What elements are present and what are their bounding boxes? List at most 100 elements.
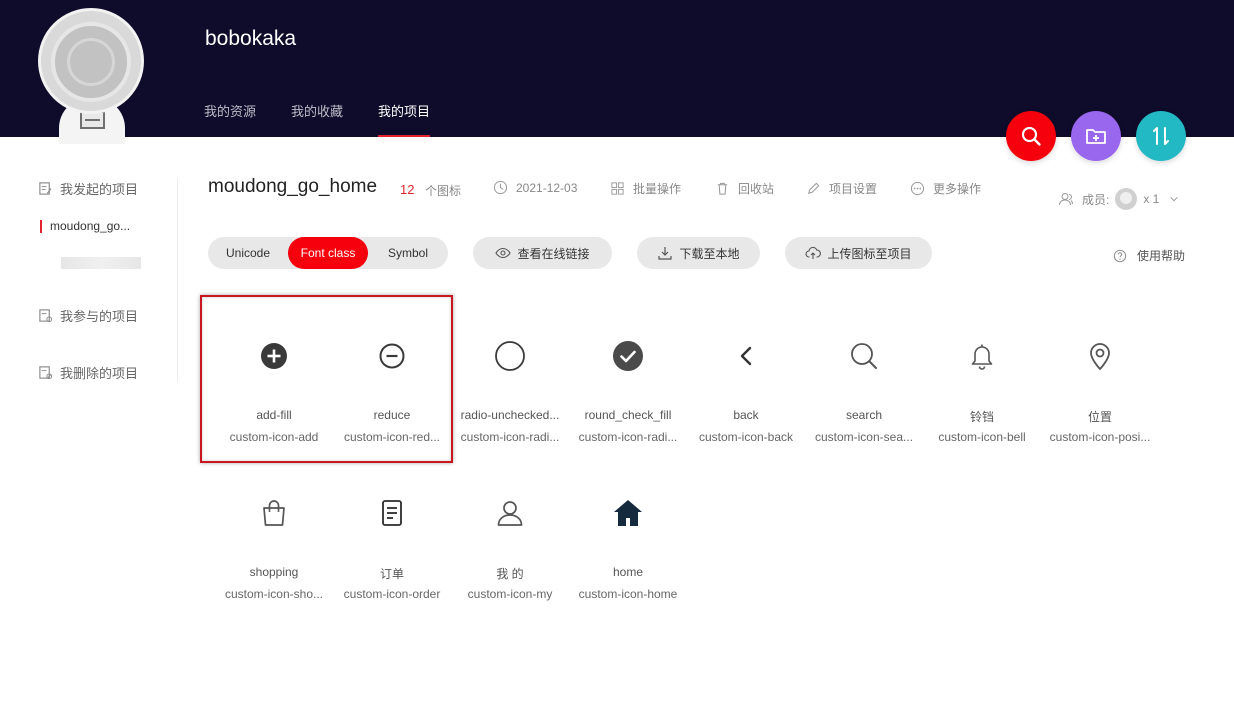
sort-fab-button[interactable] xyxy=(1136,111,1186,161)
search-fab-button[interactable] xyxy=(1006,111,1056,161)
date-text: 2021-12-03 xyxy=(516,180,578,195)
icon-card[interactable]: home custom-icon-home xyxy=(569,459,687,601)
recycle-bin-button[interactable]: 回收站 xyxy=(715,180,774,197)
icon-class: custom-icon-posi... xyxy=(1049,430,1151,444)
icon-card[interactable]: 订单 custom-icon-order xyxy=(333,459,451,601)
help-link[interactable]: 使用帮助 xyxy=(1113,247,1185,264)
view-online-link-button[interactable]: 查看在线链接 xyxy=(473,237,612,269)
batch-operation-button[interactable]: 批量操作 xyxy=(610,180,681,197)
nav-my-projects[interactable]: 我的项目 xyxy=(378,103,431,137)
chevron-down-icon xyxy=(1170,196,1179,202)
check-circle-filled-icon xyxy=(613,341,643,371)
shopping-bag-icon xyxy=(263,500,285,526)
eye-icon xyxy=(495,247,512,259)
members-label: 成员: xyxy=(1082,192,1110,207)
folder-add-icon xyxy=(1086,129,1106,144)
view-link-label: 查看在线链接 xyxy=(517,246,590,261)
sidebar-deleted-projects[interactable]: 我删除的项目 xyxy=(38,362,138,382)
icon-class: custom-icon-red... xyxy=(343,430,441,444)
upload-label: 上传图标至项目 xyxy=(827,246,912,261)
edit-doc-icon xyxy=(39,181,52,195)
sidebar-label: 我发起的项目 xyxy=(60,181,139,197)
download-icon xyxy=(658,247,673,260)
tab-symbol[interactable]: Symbol xyxy=(368,237,448,269)
deleted-doc-icon xyxy=(39,365,53,379)
icon-card[interactable]: round_check_fill custom-icon-radi... xyxy=(569,302,687,444)
member-avatar xyxy=(1115,188,1138,210)
chevron-left-icon xyxy=(740,346,752,366)
icon-class: custom-icon-add xyxy=(229,430,319,444)
project-settings-button[interactable]: 项目设置 xyxy=(806,180,877,197)
icon-class: custom-icon-back xyxy=(698,430,794,444)
icon-card[interactable]: 铃铛 custom-icon-bell xyxy=(923,302,1041,444)
sidebar-my-projects[interactable]: 我发起的项目 xyxy=(38,178,138,198)
user-icon xyxy=(497,501,523,526)
icon-class: custom-icon-radi... xyxy=(578,430,678,444)
more-label: 更多操作 xyxy=(933,182,982,196)
icon-name: home xyxy=(612,565,644,579)
search-icon xyxy=(1021,126,1041,146)
icon-class: custom-icon-radi... xyxy=(460,430,560,444)
location-icon xyxy=(1090,343,1110,370)
icon-card[interactable]: 位置 custom-icon-posi... xyxy=(1041,302,1159,444)
icon-card[interactable]: add-fill custom-icon-add xyxy=(215,302,333,444)
members-dropdown[interactable]: 成员: x 1 xyxy=(1058,188,1179,210)
icon-class: custom-icon-sho... xyxy=(224,587,324,601)
icon-class: custom-icon-order xyxy=(343,587,441,601)
icon-class: custom-icon-bell xyxy=(938,430,1026,444)
code-type-segmented: Unicode Font class Symbol xyxy=(208,237,448,269)
radio-unchecked-icon xyxy=(495,341,525,371)
tab-font-class[interactable]: Font class xyxy=(288,237,368,269)
home-icon xyxy=(614,500,642,526)
icon-class: custom-icon-my xyxy=(467,587,553,601)
icon-card[interactable]: reduce custom-icon-red... xyxy=(333,302,451,444)
clock-icon xyxy=(493,180,508,195)
add-folder-fab-button[interactable] xyxy=(1071,111,1121,161)
download-label: 下载至本地 xyxy=(679,246,740,261)
icon-count: 12 xyxy=(400,182,415,197)
sidebar-label: 我参与的项目 xyxy=(60,308,139,324)
help-icon xyxy=(1113,249,1127,262)
sort-arrows-icon xyxy=(1153,127,1169,145)
icon-name: radio-unchecked... xyxy=(460,408,560,422)
icon-card[interactable]: 我 的 custom-icon-my xyxy=(451,459,569,601)
icon-card[interactable]: shopping custom-icon-sho... xyxy=(215,459,333,601)
tab-unicode[interactable]: Unicode xyxy=(208,237,288,269)
help-label: 使用帮助 xyxy=(1137,249,1186,263)
settings-label: 项目设置 xyxy=(829,182,878,196)
order-icon xyxy=(382,500,402,526)
search-icon xyxy=(851,343,877,369)
download-button[interactable]: 下载至本地 xyxy=(637,237,760,269)
sidebar-project-item[interactable]: moudong_go... xyxy=(39,219,130,233)
nav-my-resources[interactable]: 我的资源 xyxy=(204,103,256,137)
icon-card[interactable]: back custom-icon-back xyxy=(687,302,805,444)
pencil-icon xyxy=(808,182,820,194)
icon-name: search xyxy=(845,408,883,422)
sidebar-divider xyxy=(177,178,178,382)
upload-icons-button[interactable]: 上传图标至项目 xyxy=(785,237,932,269)
icon-name: reduce xyxy=(373,408,411,422)
members-count: x 1 xyxy=(1143,192,1160,206)
icon-name: 我 的 xyxy=(496,567,524,581)
avatar[interactable] xyxy=(38,8,144,144)
icon-card[interactable]: search custom-icon-sea... xyxy=(805,302,923,444)
sidebar-label: 我删除的项目 xyxy=(60,365,139,381)
more-dots-icon xyxy=(910,181,925,196)
username: bobokaka xyxy=(205,27,297,50)
sidebar-joined-projects[interactable]: 我参与的项目 xyxy=(38,305,138,325)
nav-my-favorites[interactable]: 我的收藏 xyxy=(291,103,343,137)
icon-class: custom-icon-home xyxy=(578,587,678,601)
trash-icon xyxy=(717,182,728,195)
project-title: moudong_go_home xyxy=(208,176,378,197)
joined-doc-icon xyxy=(39,308,53,322)
icon-count-label: 个图标 xyxy=(425,184,462,198)
minus-circle-icon xyxy=(379,343,405,369)
icon-name: round_check_fill xyxy=(584,408,672,422)
members-icon xyxy=(1059,193,1073,206)
top-header: bobokaka 我的资源 我的收藏 我的项目 xyxy=(0,0,1234,137)
plus-circle-filled-icon xyxy=(261,343,287,369)
more-actions-button[interactable]: 更多操作 xyxy=(910,180,981,197)
blurred-project-item[interactable] xyxy=(61,257,141,269)
icon-card[interactable]: radio-unchecked... custom-icon-radi... xyxy=(451,302,569,444)
main-nav: 我的资源 我的收藏 我的项目 xyxy=(204,103,465,137)
